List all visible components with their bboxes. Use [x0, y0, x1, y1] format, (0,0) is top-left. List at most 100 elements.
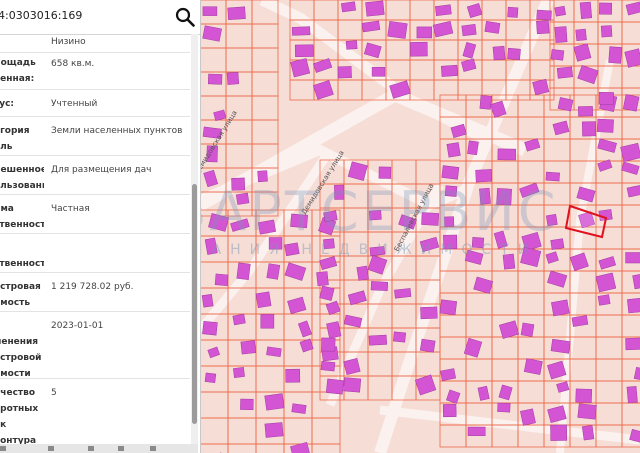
building — [498, 384, 513, 401]
parcel — [385, 59, 411, 81]
parcel — [595, 380, 623, 404]
building — [371, 67, 386, 77]
building — [477, 385, 490, 401]
info-row-area: лощадь ченная: 658 кв.м. — [0, 53, 190, 90]
building — [573, 43, 592, 62]
building — [625, 337, 640, 351]
building — [622, 94, 640, 112]
parcel — [595, 402, 623, 426]
info-row-ownership: ственности — [0, 234, 190, 273]
info-row-category: егория ель Земли населенных пунктов — [0, 117, 190, 156]
search-input[interactable]: 4:0303016:169 — [0, 9, 82, 22]
panel-scrollbar[interactable] — [191, 34, 198, 444]
building — [319, 256, 338, 271]
info-value: Для размещения дач — [51, 165, 152, 175]
parcel — [251, 71, 279, 97]
building — [207, 346, 220, 359]
parcel — [289, 79, 315, 101]
building — [552, 120, 570, 136]
building — [576, 186, 596, 203]
parcel — [343, 231, 369, 257]
parcel — [433, 39, 459, 61]
building — [633, 366, 640, 381]
info-row-value-change-date: а менения астровой имости 2023-01-01 — [0, 312, 190, 379]
building — [608, 46, 623, 64]
info-row-status: тус: Учтенный — [0, 90, 190, 117]
parcel — [491, 204, 519, 228]
parcel — [621, 21, 640, 45]
building — [213, 109, 227, 122]
parcel — [225, 47, 253, 73]
building — [319, 285, 335, 301]
building — [235, 192, 250, 205]
horizontal-scrollbar[interactable] — [0, 444, 198, 453]
building — [321, 337, 336, 352]
building — [577, 64, 599, 85]
selected-parcel[interactable] — [564, 204, 608, 239]
building — [347, 290, 367, 306]
building — [550, 238, 565, 250]
building — [297, 320, 312, 338]
building — [202, 320, 218, 336]
parcel — [595, 336, 623, 360]
building — [394, 288, 412, 299]
building — [484, 20, 501, 34]
parcel — [481, 0, 507, 21]
parcel — [517, 116, 545, 140]
parcel — [517, 94, 545, 118]
parcel — [517, 336, 545, 360]
building — [536, 9, 552, 21]
parcel — [391, 159, 417, 185]
building — [290, 58, 311, 78]
building — [556, 66, 573, 79]
parcel — [227, 235, 257, 263]
building — [387, 20, 408, 39]
building — [598, 256, 617, 270]
parcel — [595, 182, 623, 206]
scroll-arrow-left-icon[interactable] — [0, 446, 6, 451]
building — [240, 340, 257, 355]
parcel — [457, 79, 483, 101]
building — [467, 140, 479, 156]
info-label: решенное ользование — [0, 165, 44, 191]
parcel — [621, 314, 640, 338]
search-bar[interactable]: 4:0303016:169 — [0, 0, 200, 35]
building — [582, 121, 596, 137]
info-label: тус: — [0, 99, 15, 109]
building — [497, 148, 517, 161]
parcel — [543, 138, 571, 162]
parcel — [311, 443, 341, 453]
building — [625, 1, 640, 16]
building — [471, 237, 485, 249]
building — [232, 367, 245, 378]
parcel — [517, 204, 545, 228]
building — [299, 338, 314, 353]
parcel — [529, 59, 555, 81]
info-row-cadastral-value: астровая имость 1 219 728.02 руб. — [0, 273, 190, 312]
parcel — [343, 207, 369, 233]
parcel — [595, 314, 623, 338]
building — [446, 389, 461, 404]
building — [204, 372, 217, 384]
parcel — [367, 351, 393, 377]
building — [325, 300, 341, 316]
parcel — [343, 183, 369, 209]
search-icon[interactable] — [175, 7, 195, 27]
building — [368, 334, 387, 346]
parcel — [225, 143, 253, 169]
scrollbar-thumb[interactable] — [192, 184, 197, 424]
building — [625, 252, 640, 264]
info-row-ownership-form: рма ственности Частная — [0, 195, 190, 234]
building — [467, 426, 486, 436]
building — [312, 58, 333, 73]
building — [440, 368, 457, 382]
building — [323, 238, 335, 250]
building — [519, 182, 540, 198]
parcel — [415, 159, 441, 185]
parcel — [481, 59, 507, 81]
parcel — [595, 358, 623, 382]
building — [370, 281, 389, 291]
info-value: 5 — [51, 388, 57, 398]
building — [285, 368, 301, 383]
building — [240, 398, 254, 410]
